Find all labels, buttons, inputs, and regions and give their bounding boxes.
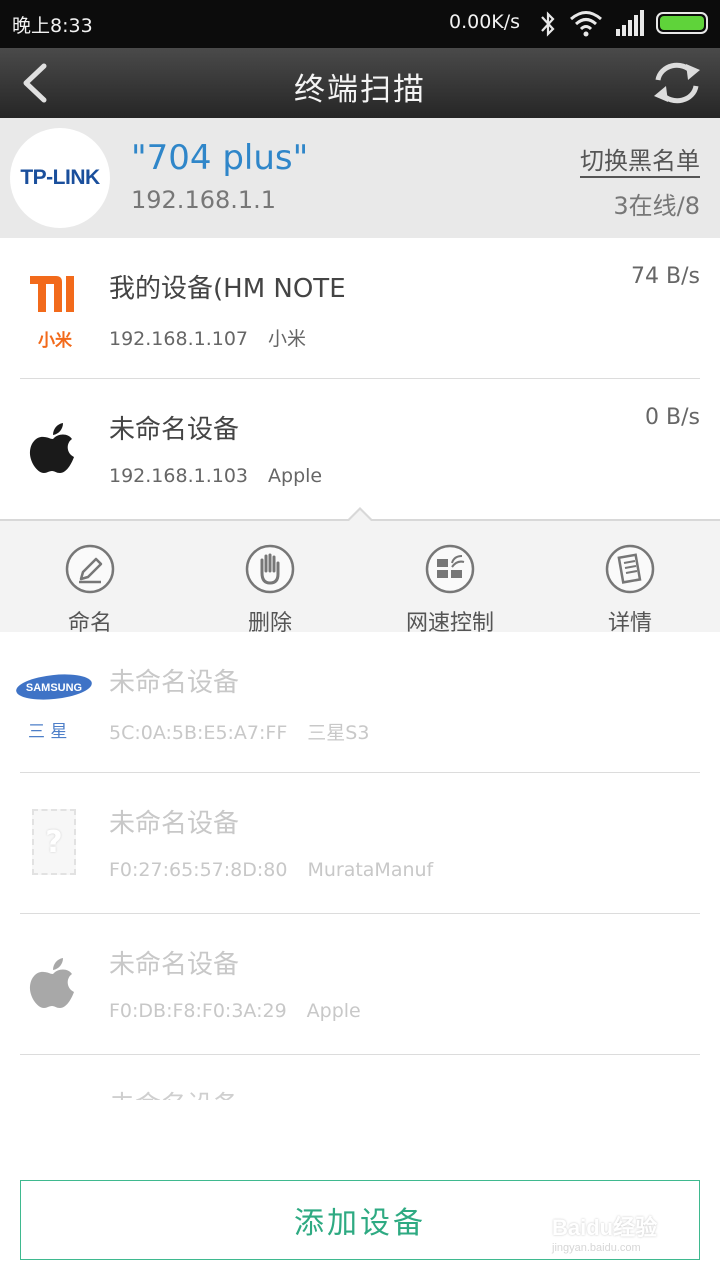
- device-speed: 74 B/s: [631, 264, 700, 289]
- unknown-device-mark: ?: [45, 824, 63, 860]
- device-name: 未命名设备: [109, 1085, 239, 1100]
- device-ip: 192.168.1.107: [109, 328, 249, 350]
- device-vendor: 三星S3: [307, 722, 370, 744]
- device-vendor: Apple: [268, 465, 323, 487]
- device-meta: F0:27:65:57:8D:80 MurataManuf: [109, 859, 433, 881]
- router-header: TP-LINK "704 plus" 192.168.1.1 切换黑名单 3在线…: [0, 118, 720, 238]
- router-name: "704 plus": [131, 138, 309, 178]
- online-count: 3在线/8: [613, 192, 700, 220]
- xiaomi-brand-label: 小米: [38, 331, 72, 351]
- refresh-button[interactable]: [650, 58, 704, 108]
- samsung-logo-icon: SAMSUNG 三 星: [14, 670, 94, 750]
- device-row[interactable]: 未命名设备 192.168.1.103 Apple 0 B/s: [0, 379, 720, 520]
- xiaomi-logo-icon: 小米: [22, 268, 84, 351]
- device-ip: 192.168.1.103: [109, 465, 249, 487]
- watermark-text: Baidu经验: [552, 1215, 658, 1240]
- watermark-sub: jingyan.baidu.com: [552, 1242, 641, 1254]
- pencil-icon: [65, 544, 115, 594]
- device-meta: F0:DB:F8:F0:3A:29 Apple: [109, 1000, 361, 1022]
- device-meta: 192.168.1.107 小米: [109, 324, 306, 351]
- status-bar: 晚上8:33 0.00K/s: [0, 0, 720, 48]
- device-meta: 5C:0A:5B:E5:A7:FF 三星S3: [109, 718, 369, 745]
- wifi-icon: [570, 11, 602, 37]
- device-name: 未命名设备: [109, 950, 240, 980]
- device-mac: F0:27:65:57:8D:80: [109, 859, 288, 881]
- device-row[interactable]: 未命名设备 F0:DB:F8:F0:3A:29 Apple: [0, 914, 720, 1055]
- bluetooth-icon: [541, 11, 555, 37]
- device-row[interactable]: SAMSUNG 三 星 未命名设备 5C:0A:5B:E5:A7:FF 三星S3: [0, 632, 720, 773]
- speed-control-button[interactable]: 网速控制: [360, 521, 540, 636]
- hand-stop-icon: [245, 544, 295, 594]
- samsung-logo-text: SAMSUNG: [26, 682, 82, 694]
- unknown-device-icon: ?: [32, 809, 76, 875]
- apple-logo-icon: [29, 958, 74, 1008]
- device-mac: F0:DB:F8:F0:3A:29: [109, 1000, 287, 1022]
- samsung-brand-label: 三 星: [28, 722, 68, 742]
- device-row[interactable]: 小米 我的设备(HM NOTE 192.168.1.107 小米 74 B/s: [0, 238, 720, 379]
- delete-button[interactable]: 删除: [180, 521, 360, 636]
- device-row[interactable]: ? 未命名设备 F0:27:65:57:8D:80 MurataManuf: [0, 773, 720, 914]
- device-meta: 192.168.1.103 Apple: [109, 465, 322, 487]
- details-icon: [605, 544, 655, 594]
- device-vendor: MurataManuf: [307, 859, 434, 881]
- page-title: 终端扫描: [294, 72, 426, 108]
- device-vendor: 小米: [268, 328, 307, 350]
- status-time: 晚上8:33: [12, 15, 93, 37]
- speed-control-icon: [425, 544, 475, 594]
- title-bar: 终端扫描: [0, 48, 720, 118]
- details-button[interactable]: 详情: [540, 521, 720, 636]
- signal-icon: [616, 10, 644, 36]
- status-net-speed: 0.00K/s: [449, 11, 521, 33]
- device-name: 未命名设备: [109, 809, 240, 839]
- device-vendor: Apple: [306, 1000, 361, 1022]
- rename-button[interactable]: 命名: [0, 521, 180, 636]
- device-name: 我的设备(HM NOTE: [109, 274, 346, 304]
- apple-logo-icon: [29, 423, 74, 473]
- device-row-partial[interactable]: 未命名设备: [0, 1055, 720, 1100]
- device-name: 未命名设备: [109, 415, 240, 445]
- switch-blacklist-link[interactable]: 切换黑名单: [580, 146, 700, 178]
- device-name: 未命名设备: [109, 668, 240, 698]
- router-logo-text: TP-LINK: [20, 166, 100, 189]
- router-ip: 192.168.1.1: [131, 186, 277, 214]
- battery-icon: [656, 12, 708, 34]
- tplink-logo-icon: TP-LINK: [10, 128, 110, 228]
- device-action-bar: 命名 删除 网速控制 详情: [0, 507, 720, 636]
- device-mac: 5C:0A:5B:E5:A7:FF: [109, 722, 288, 744]
- baidu-watermark: Baidu经验 jingyan.baidu.com: [552, 1210, 657, 1254]
- device-speed: 0 B/s: [645, 405, 700, 430]
